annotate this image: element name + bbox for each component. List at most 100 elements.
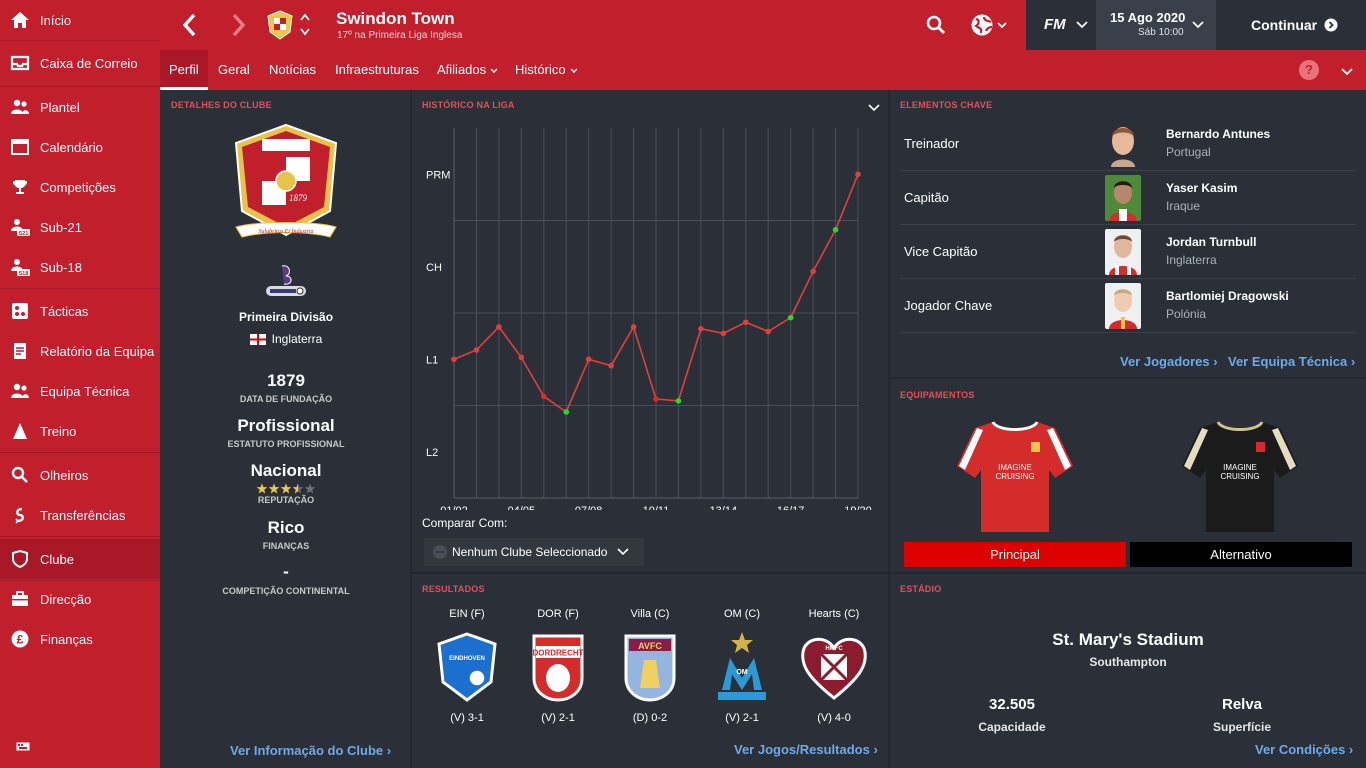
u21-icon: S21 [0, 217, 40, 237]
view-conditions-link[interactable]: Ver Condições › [1255, 742, 1353, 757]
data-point[interactable] [451, 356, 457, 363]
key-person-row[interactable]: Capitão Yaser Kasim Iraque [900, 171, 1356, 225]
fm-menu-button[interactable]: FM [1026, 0, 1096, 50]
tab-profile[interactable]: Perfil [160, 50, 208, 90]
compare-select[interactable]: Nenhum Clube Seleccionado [424, 538, 644, 566]
data-point[interactable] [630, 324, 637, 330]
relegation-point[interactable] [653, 396, 659, 402]
key-person-row[interactable]: Vice Capitão Jordan Turnbull Inglaterra [900, 225, 1356, 279]
home-kit-tab[interactable]: Principal [904, 542, 1126, 567]
chevron-down-icon [1192, 21, 1204, 29]
sidebar-item-competitions[interactable]: Competições [0, 167, 160, 207]
away-kit-tab[interactable]: Alternativo [1130, 542, 1352, 567]
sidebar-item-u21[interactable]: S21 Sub-21 [0, 207, 160, 247]
fm-logo: FM [1044, 16, 1066, 33]
result-item[interactable]: DOR (F) DORDRECHT (V) 2-1 [516, 608, 600, 724]
globe-icon[interactable] [970, 13, 1010, 42]
x-tick-label: 19/20 [844, 505, 872, 510]
result-item[interactable]: EIN (F) EINDHOVEN (V) 3-1 [425, 608, 509, 724]
star-filled-icon [280, 483, 292, 494]
continue-button[interactable]: Continuar [1216, 0, 1366, 50]
svg-text:CRUISING: CRUISING [995, 472, 1034, 481]
data-point[interactable] [720, 330, 727, 337]
data-point[interactable] [742, 319, 749, 326]
key-person-row[interactable]: Jogador Chave Bartlomiej Dragowski Polón… [900, 279, 1356, 333]
search-button[interactable] [926, 15, 946, 40]
promotion-point[interactable] [675, 398, 682, 404]
svg-text:HMFC: HMFC [825, 646, 843, 652]
club-subtitle: 17º na Primeira Liga Inglesa [337, 30, 463, 41]
result-item[interactable]: Villa (C) AVFC (D) 0-2 [608, 608, 692, 724]
data-point[interactable] [585, 356, 592, 363]
forward-button[interactable] [228, 12, 248, 43]
view-staff-link[interactable]: Ver Equipa Técnica › [1228, 354, 1355, 369]
key-people-title: Elementos Chave [900, 100, 993, 110]
view-results-link[interactable]: Ver Jogos/Resultados › [734, 742, 878, 757]
view-conditions-label: Ver Condições [1255, 742, 1346, 757]
club-details-title: Detalhes do Clube [171, 100, 272, 110]
home-kit-shirt[interactable]: IMAGINE CRUISING [955, 418, 1075, 541]
club-info-link[interactable]: Ver Informação do Clube › [230, 743, 391, 758]
data-point[interactable] [496, 324, 502, 330]
tab-general[interactable]: Geral [218, 50, 250, 90]
result-item[interactable]: Hearts (C) HMFC (V) 4-0 [792, 608, 876, 724]
key-person-row[interactable]: Treinador Bernardo Antunes Portugal [900, 117, 1356, 171]
compare-value: Nenhum Clube Seleccionado [452, 545, 608, 559]
relegation-point[interactable] [540, 393, 547, 400]
stadium-city: Southampton [1089, 655, 1167, 669]
sidebar-item-board[interactable]: Direcção [0, 579, 160, 619]
key-person-nationality: Inglaterra [1166, 253, 1217, 267]
tab-history[interactable]: Histórico [515, 50, 578, 90]
marseille-badge-icon: OM [718, 632, 766, 700]
sidebar-item-club[interactable]: Clube [0, 539, 160, 579]
sidebar-item-label: Tácticas [40, 303, 89, 319]
sidebar-item-team-report[interactable]: Relatório da Equipa [0, 331, 160, 371]
promotion-point[interactable] [563, 409, 570, 415]
keyboard-icon[interactable] [16, 738, 30, 756]
tab-news[interactable]: Notícias [269, 50, 316, 90]
tab-affiliates[interactable]: Afiliados [437, 50, 498, 90]
sidebar-item-transfers[interactable]: Transferências [0, 495, 160, 535]
sidebar-item-squad[interactable]: Plantel [0, 87, 160, 127]
country-row: Inglaterra [170, 332, 402, 346]
club-switcher-arrows[interactable] [300, 12, 310, 43]
u18-icon: S18 [0, 257, 40, 277]
sidebar-item-staff[interactable]: Equipa Técnica [0, 371, 160, 411]
tab-facilities[interactable]: Infraestruturas [335, 50, 419, 90]
away-kit-shirt[interactable]: IMAGINE CRUISING [1180, 418, 1300, 541]
current-date: 15 Ago 2020 [1110, 10, 1186, 25]
sidebar-item-scouting[interactable]: Olheiros [0, 455, 160, 495]
result-item[interactable]: OM (C) OM (V) 2-1 [700, 608, 784, 724]
club-name: Swindon Town [336, 9, 455, 28]
data-point[interactable] [473, 347, 480, 353]
sidebar-item-inbox[interactable]: Caixa de Correio [0, 43, 160, 83]
promotion-point[interactable] [787, 314, 794, 321]
tab-more-button[interactable] [1341, 64, 1353, 82]
view-players-label: Ver Jogadores [1120, 354, 1210, 369]
data-point[interactable] [518, 354, 525, 361]
club-crest-small[interactable] [266, 10, 294, 45]
data-point[interactable] [765, 328, 772, 335]
date-button[interactable]: 15 Ago 2020 Sáb 10:00 [1096, 0, 1216, 50]
sidebar-item-label: Finanças [40, 631, 93, 647]
data-point[interactable] [608, 362, 614, 369]
help-button[interactable]: ? [1299, 60, 1319, 80]
sidebar-item-u18[interactable]: S18 Sub-18 [0, 247, 160, 287]
sidebar-item-label: Transferências [40, 507, 126, 523]
back-button[interactable] [180, 12, 200, 43]
sidebar-item-home[interactable]: Início [0, 0, 160, 40]
data-point[interactable] [810, 268, 816, 275]
result-score: (D) 0-2 [632, 712, 668, 724]
sidebar-item-tactics[interactable]: Tácticas [0, 291, 160, 331]
sidebar-item-finances[interactable]: £ Finanças [0, 619, 160, 659]
view-players-link[interactable]: Ver Jogadores › [1120, 354, 1218, 369]
promotion-point[interactable] [832, 226, 839, 233]
sidebar-item-label: Equipa Técnica [40, 383, 130, 399]
sidebar-item-training[interactable]: Treino [0, 411, 160, 451]
sidebar-item-calendar[interactable]: Calendário [0, 127, 160, 167]
club-crest: Salubritas Et Industria 1879 [226, 123, 346, 250]
data-point[interactable] [698, 325, 704, 332]
x-tick-label: 10/11 [643, 505, 670, 510]
data-point[interactable] [855, 171, 861, 178]
result-opponent: DOR (F) [537, 608, 579, 620]
